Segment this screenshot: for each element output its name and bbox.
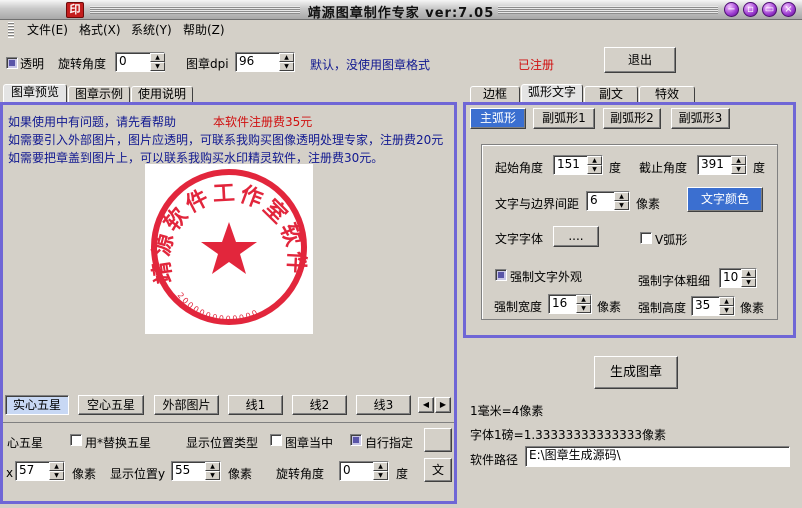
pos-custom-label: 自行指定 — [365, 436, 414, 450]
external-image-button[interactable]: 外部图片 — [154, 395, 219, 415]
tab-arc-text[interactable]: 弧形文字 — [521, 84, 583, 103]
format-note: 默认，没使用图章格式 — [310, 58, 431, 72]
tab-sub-text[interactable]: 副文 — [584, 86, 638, 103]
rotate-label: 旋转角度 — [58, 57, 107, 71]
tab-instructions[interactable]: 使用说明 — [131, 86, 193, 103]
start-angle-unit: 度 — [609, 161, 622, 175]
solid-star-button[interactable]: 实心五星 — [5, 395, 69, 415]
force-look-label: 强制文字外观 — [510, 270, 583, 284]
end-angle-label: 截止角度 — [639, 161, 688, 175]
end-angle-unit: 度 — [753, 161, 766, 175]
v-arc-checkbox[interactable] — [640, 232, 652, 244]
force-width-label: 强制宽度 — [494, 300, 543, 314]
line1-button[interactable]: 线1 — [228, 395, 283, 415]
path-input[interactable]: E:\图章生成源码\ — [525, 446, 790, 467]
gap-unit: 像素 — [636, 197, 661, 211]
path-label: 软件路径 — [470, 453, 519, 467]
pos-custom-checkbox[interactable] — [350, 434, 362, 446]
start-angle-label: 起始角度 — [495, 161, 544, 175]
y-label: 显示位置y — [110, 467, 166, 481]
menu-system[interactable]: 系统(Y) — [128, 22, 175, 38]
options-divider — [3, 422, 454, 423]
minimize-icon[interactable]: − — [724, 2, 739, 17]
y-unit: 像素 — [228, 467, 253, 481]
replace-star-checkbox[interactable] — [70, 434, 82, 446]
sub-arc1-tab[interactable]: 副弧形1 — [533, 108, 595, 129]
tab-examples[interactable]: 图章示例 — [68, 86, 130, 103]
left-rotate-unit: 度 — [396, 467, 409, 481]
menu-format[interactable]: 格式(X) — [76, 22, 124, 38]
end-angle-spinner[interactable]: ▲ ▼ — [731, 156, 746, 174]
close-icon[interactable]: × — [781, 2, 796, 17]
force-weight-spinner[interactable]: ▲ ▼ — [741, 269, 756, 287]
menu-grip-icon — [8, 22, 14, 38]
font-label: 文字字体 — [495, 232, 544, 246]
v-arc-label: V弧形 — [655, 233, 688, 247]
maximize-icon[interactable]: ▭ — [762, 2, 777, 17]
scroll-right-icon[interactable]: ▶ — [435, 397, 451, 413]
fee-note: 本软件注册费35元 — [213, 115, 313, 129]
y-spinner[interactable]: ▲ ▼ — [205, 462, 220, 480]
force-look-checkbox[interactable] — [495, 269, 507, 281]
rotate-spinner[interactable]: ▲ ▼ — [150, 53, 165, 71]
replace-star-label: 用*替换五星 — [85, 436, 152, 450]
line3-button[interactable]: 线3 — [356, 395, 411, 415]
tab-preview[interactable]: 图章预览 — [3, 84, 67, 103]
scroll-left-icon[interactable]: ◀ — [418, 397, 434, 413]
pos-center-checkbox[interactable] — [270, 434, 282, 446]
left-rotate-spinner[interactable]: ▲ ▼ — [373, 462, 388, 480]
pound-info: 字体1磅=1.33333333333333像素 — [470, 428, 667, 442]
font-picker-button[interactable]: .... — [553, 226, 599, 247]
force-height-spinner[interactable]: ▲ ▼ — [719, 297, 734, 315]
window-title: 靖源图章制作专家 ver:7.05 — [307, 6, 495, 21]
extra-option-button[interactable] — [424, 428, 452, 452]
left-rotate-label: 旋转角度 — [276, 467, 325, 481]
x-unit: 像素 — [72, 467, 97, 481]
tab-border[interactable]: 边框 — [470, 86, 520, 103]
main-arc-tab[interactable]: 主弧形 — [470, 108, 526, 129]
help-note: 如果使用中有问题，请先看帮助 — [8, 115, 177, 129]
registered-status: 已注册 — [518, 58, 555, 72]
seal-preview: 靖源软件工作室软件部 2000000000000 — [145, 164, 313, 334]
transparent-label: 透明 — [20, 57, 45, 71]
solid-star-option-label: 心五星 — [7, 436, 44, 450]
restore-icon[interactable]: ▫ — [743, 2, 758, 17]
force-width-spinner[interactable]: ▲ ▼ — [576, 295, 591, 313]
exit-button[interactable]: 退出 — [604, 47, 676, 73]
sub-arc3-tab[interactable]: 副弧形3 — [671, 108, 730, 129]
picture-note: 如需要引入外部图片，图片应透明，可联系我购买图像透明处理专家，注册费20元 — [8, 133, 444, 147]
transparent-checkbox[interactable] — [6, 57, 18, 69]
force-height-unit: 像素 — [740, 301, 765, 315]
force-height-label: 强制高度 — [638, 301, 687, 315]
menu-help[interactable]: 帮助(Z) — [180, 22, 228, 38]
gap-spinner[interactable]: ▲ ▼ — [614, 192, 629, 210]
menu-file[interactable]: 文件(E) — [24, 22, 71, 38]
generate-seal-button[interactable]: 生成图章 — [594, 356, 678, 389]
gap-label: 文字与边界间距 — [495, 197, 580, 211]
pos-center-label: 图章当中 — [285, 436, 334, 450]
line2-button[interactable]: 线2 — [292, 395, 347, 415]
x-spinner[interactable]: ▲ ▼ — [49, 462, 64, 480]
text-option-button[interactable]: 文 — [424, 458, 452, 482]
start-angle-spinner[interactable]: ▲ ▼ — [587, 156, 602, 174]
x-label: x — [6, 466, 14, 480]
force-weight-label: 强制字体粗细 — [638, 274, 711, 288]
force-width-unit: 像素 — [597, 300, 622, 314]
sub-arc2-tab[interactable]: 副弧形2 — [603, 108, 661, 129]
hollow-star-button[interactable]: 空心五星 — [78, 395, 144, 415]
text-color-button[interactable]: 文字颜色 — [687, 187, 763, 212]
tab-effects[interactable]: 特效 — [639, 86, 695, 103]
dpi-spinner[interactable]: ▲ ▼ — [279, 53, 294, 71]
pos-type-label: 显示位置类型 — [186, 436, 259, 450]
dpi-label: 图章dpi — [186, 57, 229, 71]
mm-info: 1毫米=4像素 — [470, 404, 544, 418]
